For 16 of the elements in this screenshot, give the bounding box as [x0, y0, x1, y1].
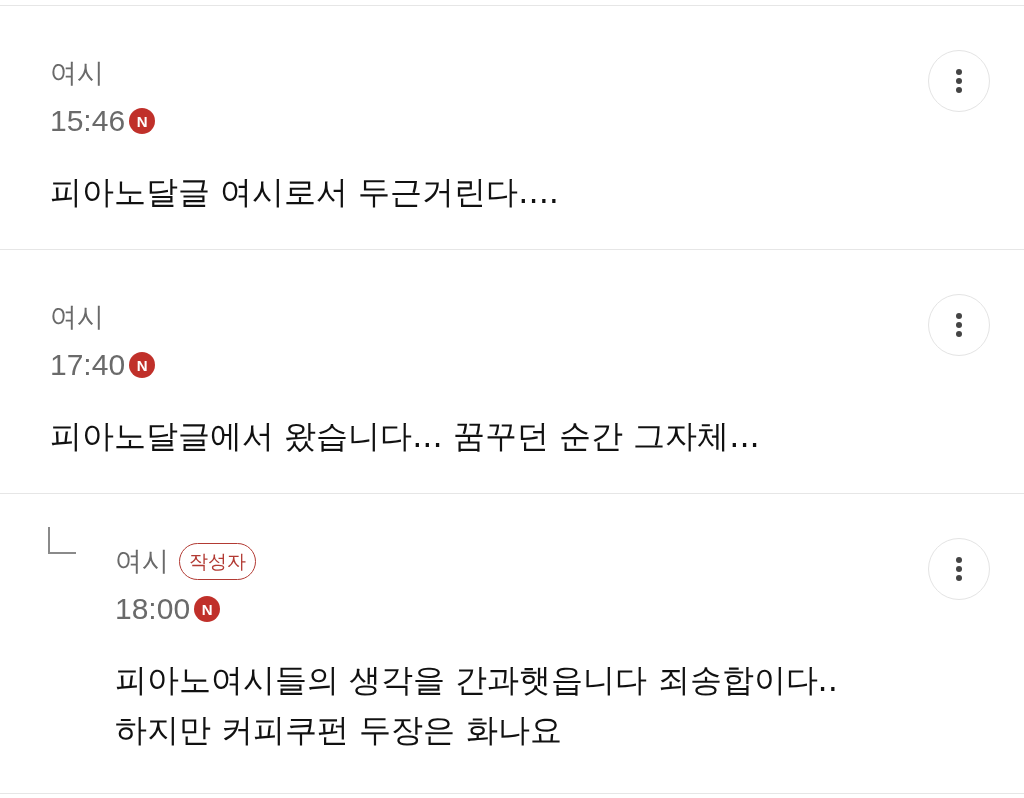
reply-corner-icon — [48, 527, 76, 554]
comment-time: 17:40 — [50, 347, 126, 383]
more-options-icon — [956, 313, 962, 337]
author-name: 여시 — [50, 300, 104, 334]
comment-text: 피아노달글에서 왔습니다... 꿈꾸던 순간 그자체... — [50, 416, 761, 457]
more-options-icon — [956, 69, 962, 93]
comment-text: 피아노여시들의 생각을 간과햇읍니다 죄송합이다.. 하지만 커피쿠펀 두장은 화나요 — [115, 660, 839, 751]
new-badge: N — [129, 352, 156, 378]
author-name: 여시 — [115, 544, 169, 578]
new-badge: N — [129, 108, 156, 134]
new-badge: N — [194, 596, 221, 622]
more-options-icon — [956, 557, 962, 581]
comment-time: 18:00 — [115, 591, 191, 627]
author-name: 여시 — [50, 56, 104, 90]
comment-time: 15:46 — [50, 103, 126, 139]
comment-text: 피아노달글 여시로서 두근거린다.... — [50, 172, 561, 213]
